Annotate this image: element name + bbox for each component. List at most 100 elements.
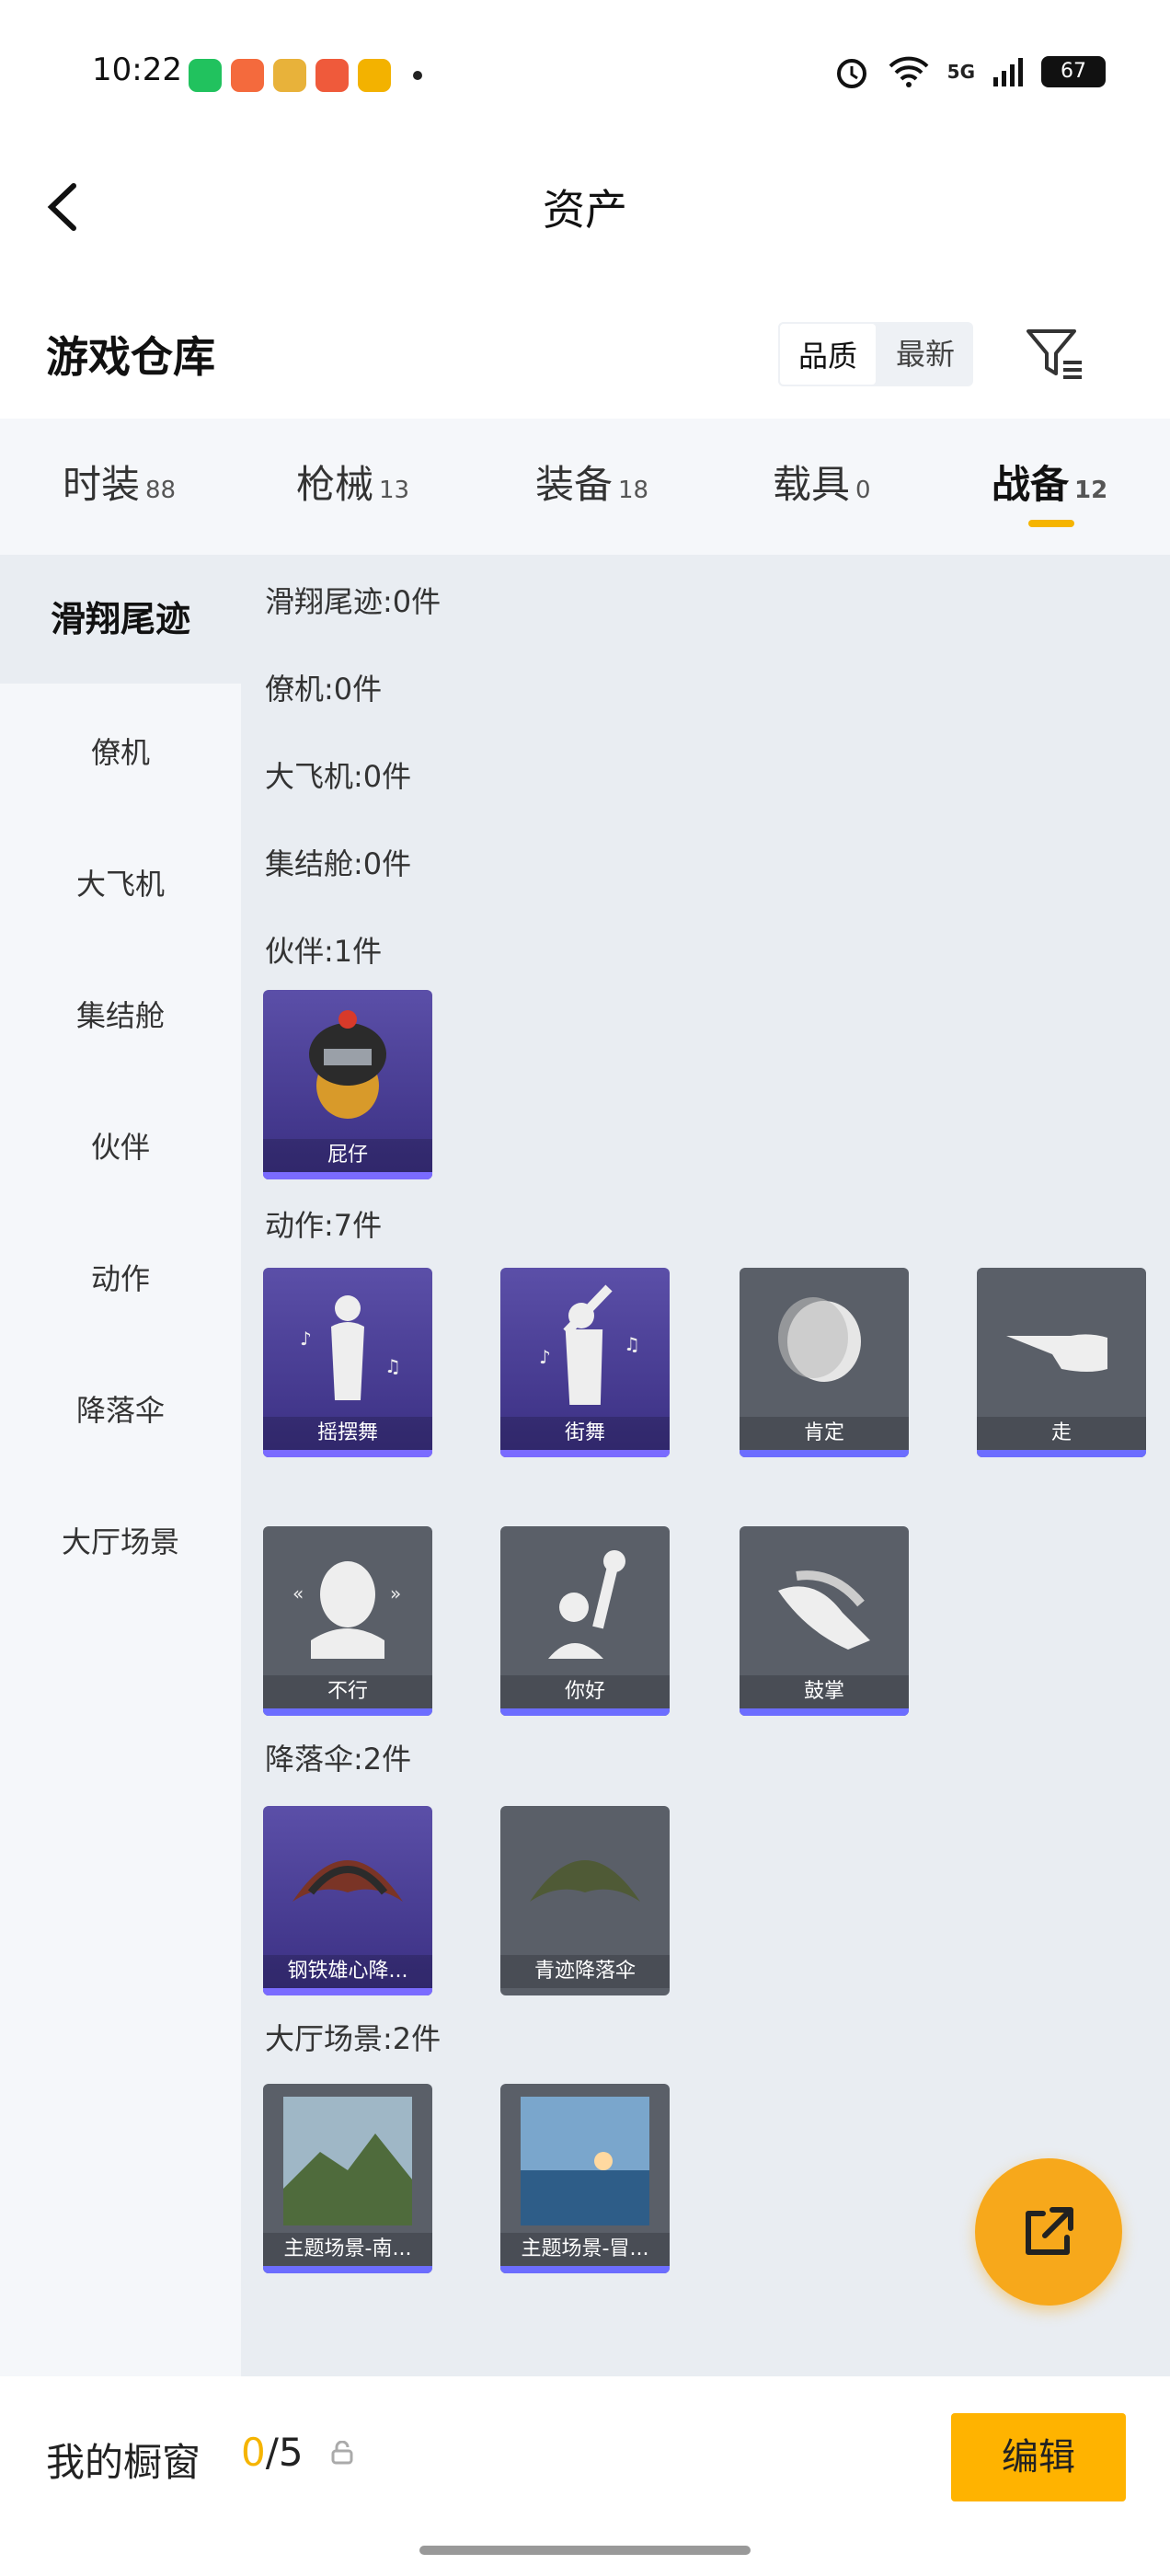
clap-icon bbox=[778, 1570, 870, 1650]
asset-card[interactable]: 屁仔 bbox=[263, 990, 432, 1179]
svg-text:♪: ♪ bbox=[300, 1328, 312, 1350]
sort-quality[interactable]: 品质 bbox=[778, 322, 878, 386]
nod-icon bbox=[778, 1297, 861, 1382]
asset-card[interactable]: 走 bbox=[977, 1268, 1146, 1457]
asset-name: 走 bbox=[977, 1417, 1146, 1450]
tab-equipment[interactable]: 装备 18 bbox=[535, 454, 648, 510]
sidebar-item-wingman[interactable]: 僚机 bbox=[0, 730, 241, 772]
rarity-bar bbox=[263, 1988, 432, 1995]
asset-card[interactable]: 鼓掌 bbox=[740, 1526, 909, 1716]
showcase-total: /5 bbox=[265, 2430, 304, 2475]
sort-latest[interactable]: 最新 bbox=[878, 322, 973, 386]
signal-icon bbox=[993, 58, 1023, 86]
asset-name: 钢铁雄心降... bbox=[263, 1955, 432, 1988]
asset-card[interactable]: 肯定 bbox=[740, 1268, 909, 1457]
game-icon bbox=[273, 59, 306, 92]
seascape-icon bbox=[521, 2097, 649, 2225]
landscape-icon bbox=[283, 2097, 412, 2225]
sidebar-item-emote[interactable]: 动作 bbox=[0, 1256, 241, 1298]
rarity-bar bbox=[263, 2266, 432, 2273]
section-title: 集结舱:0件 bbox=[265, 846, 412, 881]
asset-card[interactable]: «» 不行 bbox=[263, 1526, 432, 1716]
asset-name: 肯定 bbox=[740, 1417, 909, 1450]
asset-name: 主题场景-冒... bbox=[500, 2233, 670, 2266]
asset-card[interactable]: 主题场景-南... bbox=[263, 2084, 432, 2273]
showcase-label: 我的橱窗 bbox=[46, 2440, 201, 2485]
rarity-bar bbox=[263, 1172, 432, 1179]
sort-toggle[interactable]: 品质 最新 bbox=[778, 322, 973, 386]
tab-fashion[interactable]: 时装 88 bbox=[63, 454, 176, 510]
asset-name: 你好 bbox=[500, 1675, 670, 1708]
asset-name: 屁仔 bbox=[263, 1139, 432, 1172]
asset-card[interactable]: 你好 bbox=[500, 1526, 670, 1716]
tab-count: 13 bbox=[379, 477, 410, 504]
tab-label: 枪械 bbox=[296, 462, 374, 507]
system-icons: 5G 67 bbox=[833, 53, 1106, 90]
tab-vehicles[interactable]: 载具 0 bbox=[773, 454, 871, 510]
asset-name: 摇摆舞 bbox=[263, 1417, 432, 1450]
asset-list: 滑翔尾迹:0件 僚机:0件 大飞机:0件 集结舱:0件 伙伴:1件 屁仔 动作:… bbox=[241, 555, 1170, 2376]
showcase-current: 0 bbox=[241, 2430, 266, 2475]
section-title: 僚机:0件 bbox=[265, 672, 383, 707]
svg-text:«: « bbox=[292, 1582, 304, 1604]
network-label: 5G bbox=[946, 61, 975, 83]
svg-text:♫: ♫ bbox=[384, 1355, 401, 1377]
page-header: 资产 bbox=[0, 156, 1170, 258]
sidebar-item-glide-trail[interactable]: 滑翔尾迹 bbox=[0, 555, 241, 684]
section-title: 降落伞:2件 bbox=[265, 1742, 412, 1777]
asset-name: 不行 bbox=[263, 1675, 432, 1708]
sidebar-item-big-plane[interactable]: 大飞机 bbox=[0, 861, 241, 903]
section-title: 伙伴:1件 bbox=[265, 934, 383, 969]
share-button[interactable] bbox=[975, 2158, 1122, 2306]
companion-icon bbox=[309, 1010, 386, 1119]
sidebar-item-parachute[interactable]: 降落伞 bbox=[0, 1387, 241, 1430]
tab-guns[interactable]: 枪械 13 bbox=[296, 454, 409, 510]
tab-count: 12 bbox=[1074, 477, 1108, 504]
app-icon bbox=[358, 59, 391, 92]
section-title: 滑翔尾迹:0件 bbox=[265, 584, 442, 619]
rarity-bar bbox=[263, 1708, 432, 1716]
filter-icon[interactable] bbox=[1023, 322, 1087, 386]
alarm-icon bbox=[836, 59, 866, 88]
tab-label: 装备 bbox=[535, 462, 614, 507]
rarity-bar bbox=[500, 1708, 670, 1716]
sidebar-item-pod[interactable]: 集结舱 bbox=[0, 993, 241, 1035]
more-dot bbox=[413, 71, 422, 80]
lock-icon bbox=[331, 2441, 353, 2465]
sidebar-item-lobby[interactable]: 大厅场景 bbox=[0, 1519, 241, 1561]
rarity-bar bbox=[740, 1450, 909, 1457]
app-icon bbox=[231, 59, 264, 92]
asset-card[interactable]: 主题场景-冒... bbox=[500, 2084, 670, 2273]
rarity-bar bbox=[500, 2266, 670, 2273]
edit-button[interactable]: 编辑 bbox=[951, 2413, 1126, 2501]
battery-icon: 67 bbox=[1041, 56, 1106, 87]
asset-card[interactable]: 钢铁雄心降... bbox=[263, 1806, 432, 1995]
warehouse-title: 游戏仓库 bbox=[46, 332, 215, 382]
asset-card[interactable]: ♪ ♫ 街舞 bbox=[500, 1268, 670, 1457]
tab-combat-prep[interactable]: 战备 12 bbox=[992, 454, 1107, 510]
wave-icon bbox=[548, 1550, 625, 1659]
home-indicator[interactable] bbox=[419, 2546, 751, 2555]
dance-icon: ♪♫ bbox=[300, 1295, 401, 1400]
category-tabs: 时装 88 枪械 13 装备 18 载具 0 战备 12 bbox=[0, 419, 1170, 555]
sidebar-item-companion[interactable]: 伙伴 bbox=[0, 1124, 241, 1167]
asset-card[interactable]: ♪ ♫ 摇摆舞 bbox=[263, 1268, 432, 1457]
point-icon bbox=[1006, 1334, 1107, 1372]
warehouse-bar: 游戏仓库 品质 最新 bbox=[0, 304, 1170, 405]
shake-head-icon: «» bbox=[292, 1561, 401, 1659]
wifi-icon bbox=[889, 56, 929, 87]
wechat-icon bbox=[189, 59, 222, 92]
asset-name: 鼓掌 bbox=[740, 1675, 909, 1708]
asset-card[interactable]: 青迹降落伞 bbox=[500, 1806, 670, 1995]
rarity-bar bbox=[740, 1708, 909, 1716]
section-title: 动作:7件 bbox=[265, 1208, 383, 1243]
tab-count: 18 bbox=[618, 477, 649, 504]
tab-label: 战备 bbox=[992, 462, 1070, 507]
asset-name: 青迹降落伞 bbox=[500, 1955, 670, 1988]
status-bar: 10:22 5G 67 bbox=[0, 0, 1170, 147]
parachute-icon bbox=[292, 1860, 403, 1902]
svg-text:♪: ♪ bbox=[539, 1346, 551, 1368]
rarity-bar bbox=[977, 1450, 1146, 1457]
rarity-bar bbox=[500, 1450, 670, 1457]
tab-count: 0 bbox=[855, 477, 871, 504]
